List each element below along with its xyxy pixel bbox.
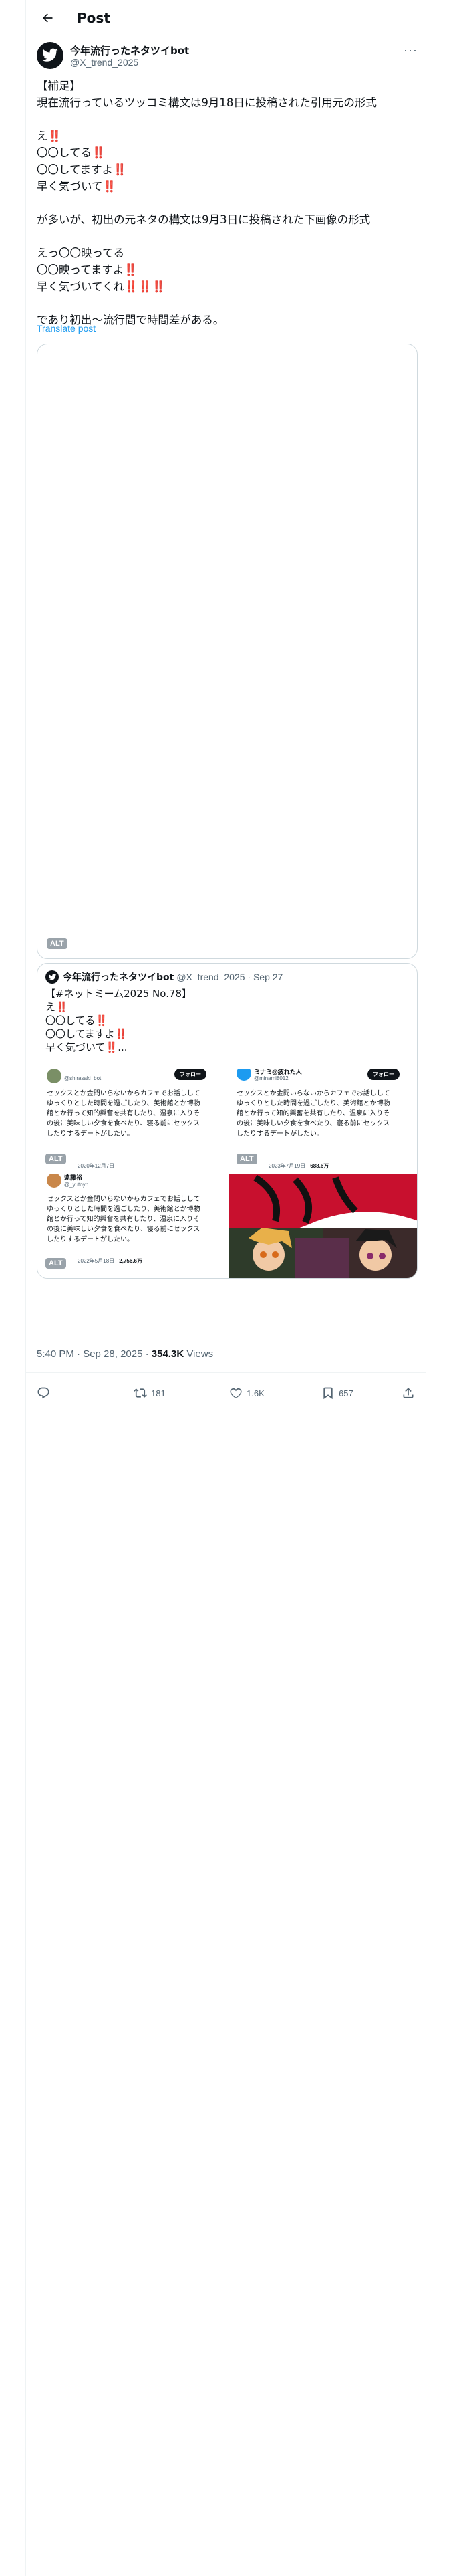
share-icon [403, 1388, 414, 1398]
screenshot-date: 2023年7月19日 · 688.6万 [269, 1163, 329, 1169]
like-button[interactable]: 1.6K [229, 1381, 265, 1405]
back-arrow-icon[interactable] [35, 6, 59, 30]
quoted-post[interactable]: 今年流行ったネタツイbot @X_trend_2025 · Sep 27 【#ネ… [37, 963, 418, 1279]
action-bar: 181 1.6K 657 [37, 1381, 418, 1405]
screenshot-name: 遠藤裕 [64, 1174, 83, 1181]
alt-badge[interactable]: ALT [47, 938, 67, 949]
quoted-media-image-2[interactable]: ミナミ@疲れた人 @minami8012 フォロー セックスとか金問いらないから… [229, 1069, 417, 1172]
screenshot-date: 2020年12月7日 [78, 1163, 115, 1169]
bookmark-icon [323, 1387, 333, 1400]
screenshot-text: セックスとか金問いらないからカフェでお話しして ゆっくりとした時間を過ごしたり、… [47, 1090, 200, 1138]
more-options-icon[interactable]: ··· [404, 43, 418, 58]
page-title: Post [77, 9, 110, 26]
avatar [237, 1069, 251, 1081]
share-button[interactable] [402, 1381, 415, 1405]
bookmark-count: 657 [339, 1388, 353, 1398]
repost-button[interactable]: 181 [134, 1381, 166, 1405]
quoted-post-text: 【#ネットミーム2025 No.78】 え‼️ 〇〇してる‼️ 〇〇してますよ‼… [45, 988, 192, 1053]
author-handle[interactable]: @X_trend_2025 [70, 57, 138, 68]
screenshot-handle: @minami8012 [254, 1075, 289, 1081]
heart-icon [230, 1388, 242, 1398]
screenshot-handle: @_yutoyh [64, 1182, 89, 1188]
like-count: 1.6K [247, 1388, 265, 1398]
bird-logo-icon [47, 973, 56, 980]
avatar [47, 1174, 61, 1188]
repost-icon [134, 1388, 147, 1398]
bookmark-button[interactable]: 657 [321, 1381, 353, 1405]
screenshot-handle: @shirasaki_bot [64, 1075, 102, 1081]
avatar [45, 970, 59, 984]
anime-artwork-image [229, 1174, 417, 1278]
quoted-media-image-4[interactable] [229, 1174, 417, 1278]
quoted-post-header: 今年流行ったネタツイbot @X_trend_2025 · Sep 27 [45, 970, 283, 984]
avatar [47, 1069, 61, 1083]
post-text: 【補足】 現在流行っているツッコミ構文は9月18日に投稿された引用元の形式 え‼… [37, 80, 377, 326]
quoted-media-image-3[interactable]: 遠藤裕 @_yutoyh セックスとか金問いらないからカフェでお話しして ゆっく… [37, 1174, 227, 1278]
post-author: 今年流行ったネタツイbot @X_trend_2025 ··· [37, 42, 418, 72]
screenshot-date: 2022年5月18日 · 2,756.6万 [78, 1258, 142, 1264]
quoted-media-image-1[interactable]: @shirasaki_bot フォロー セックスとか金問いらないからカフェでお話… [37, 1069, 227, 1172]
alt-badge[interactable]: ALT [237, 1154, 257, 1164]
screenshot-follow-button: フォロー [174, 1069, 206, 1080]
quoted-author-handle-date: @X_trend_2025 · Sep 27 [176, 972, 283, 982]
top-bar: Post [26, 0, 426, 35]
reply-icon [37, 1387, 49, 1399]
left-rail-divider [25, 0, 26, 2576]
avatar[interactable] [37, 42, 63, 69]
repost-count: 181 [151, 1388, 166, 1398]
quoted-media-grid: @shirasaki_bot フォロー セックスとか金問いらないからカフェでお話… [37, 1069, 417, 1278]
translate-post-link[interactable]: Translate post [37, 323, 96, 334]
screenshot-text: セックスとか金問いらないからカフェでお話しして ゆっくりとした時間を過ごしたり、… [237, 1090, 390, 1138]
quoted-author-name: 今年流行ったネタツイbot [63, 972, 174, 983]
author-name[interactable]: 今年流行ったネタツイbot [70, 43, 189, 58]
alt-badge[interactable]: ALT [45, 1258, 66, 1269]
reply-button[interactable] [37, 1381, 50, 1405]
divider [26, 1372, 426, 1373]
grid-separator [37, 1172, 417, 1174]
post-timestamp[interactable]: 5:40 PM · Sep 28, 2025 · [37, 1348, 152, 1360]
bird-logo-icon [41, 48, 58, 62]
post-timestamp-views: 5:40 PM · Sep 28, 2025 · 354.3K Views [37, 1348, 213, 1360]
view-count: 354.3K [151, 1348, 184, 1360]
post-media-image[interactable]: ALT [37, 344, 418, 959]
screenshot-text: セックスとか金問いらないからカフェでお話しして ゆっくりとした時間を過ごしたり、… [47, 1196, 200, 1243]
alt-badge[interactable]: ALT [45, 1154, 66, 1164]
screenshot-follow-button: フォロー [367, 1069, 400, 1080]
views-label: Views [184, 1348, 214, 1360]
